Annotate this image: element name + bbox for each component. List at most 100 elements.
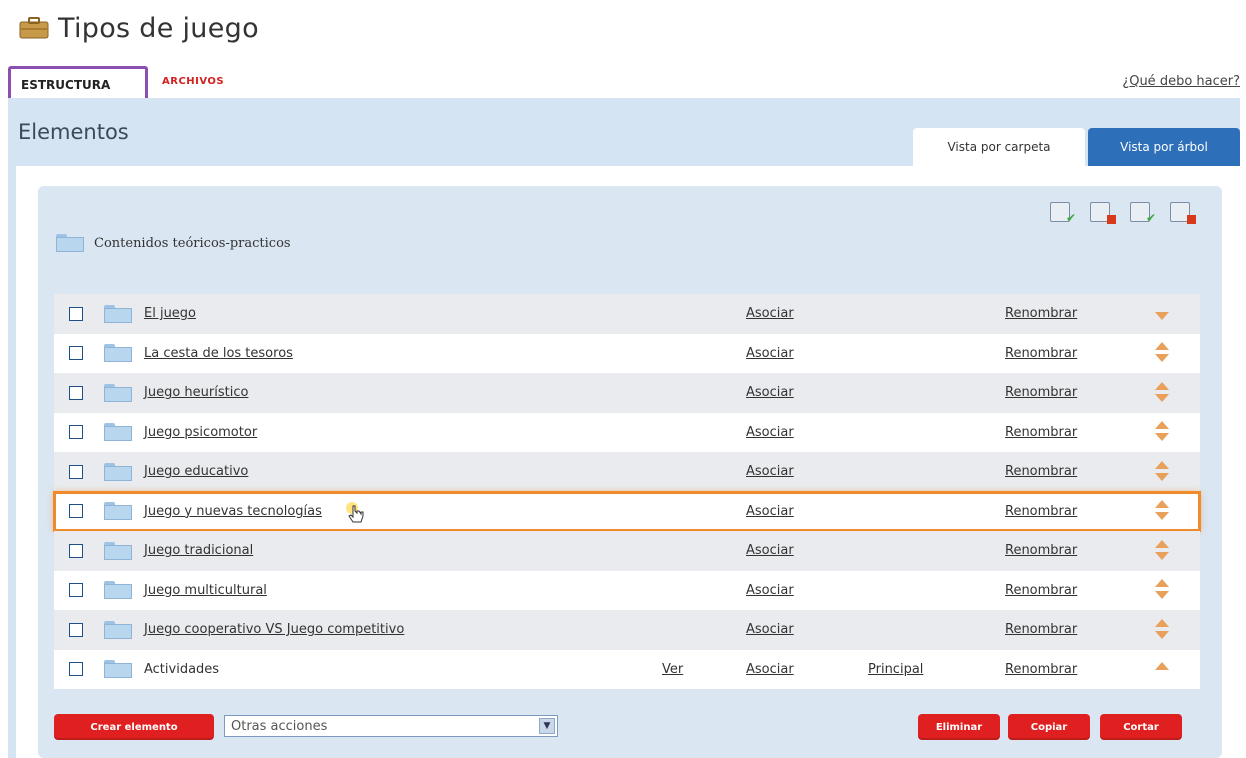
folder-icon bbox=[104, 423, 132, 442]
table-row: Actividades Ver Asociar Principal Renomb… bbox=[54, 649, 1200, 689]
asociar-link[interactable]: Asociar bbox=[746, 425, 794, 440]
page-title: Tipos de juego bbox=[58, 12, 259, 44]
root-folder-label: Contenidos teóricos-practicos bbox=[94, 235, 291, 251]
sort-arrows-icon[interactable] bbox=[1155, 460, 1171, 483]
renombrar-link[interactable]: Renombrar bbox=[1005, 543, 1077, 558]
asociar-link[interactable]: Asociar bbox=[746, 662, 794, 677]
cortar-button[interactable]: Cortar bbox=[1100, 714, 1182, 740]
section-title: Elementos bbox=[18, 120, 129, 144]
sort-arrows-icon[interactable] bbox=[1155, 342, 1171, 364]
content-area: ✔ ✔ Contenidos teóricos-practicos El jue… bbox=[16, 166, 1240, 758]
toolbar: ✔ ✔ bbox=[1050, 202, 1196, 224]
folder-icon bbox=[104, 541, 132, 560]
folder-name-link[interactable]: Juego cooperativo VS Juego competitivo bbox=[144, 622, 404, 637]
briefcase-icon bbox=[18, 17, 50, 39]
tab-vista-carpeta[interactable]: Vista por carpeta bbox=[913, 128, 1085, 166]
folder-name-link[interactable]: La cesta de los tesoros bbox=[144, 346, 293, 361]
root-folder[interactable]: Contenidos teóricos-practicos bbox=[56, 234, 291, 252]
tab-archivos[interactable]: ARCHIVOS bbox=[162, 76, 224, 87]
folder-icon bbox=[56, 234, 84, 252]
bottom-actions: Crear elemento Otras acciones ▼ Eliminar… bbox=[54, 714, 1200, 744]
move-down-icon[interactable] bbox=[1155, 307, 1171, 321]
table-row: La cesta de los tesoros Asociar Renombra… bbox=[54, 333, 1200, 373]
table-row: Juego tradicional Asociar Renombrar bbox=[54, 531, 1200, 571]
row-checkbox[interactable] bbox=[69, 583, 83, 598]
table-row: Juego psicomotor Asociar Renombrar bbox=[54, 412, 1200, 452]
folder-panel: ✔ ✔ Contenidos teóricos-practicos El jue… bbox=[38, 186, 1222, 758]
folder-icon bbox=[104, 304, 132, 323]
table-row: El juego Asociar Renombrar bbox=[54, 294, 1200, 334]
row-checkbox[interactable] bbox=[69, 543, 83, 558]
folder-name-link[interactable]: Juego heurístico bbox=[144, 385, 248, 400]
row-checkbox[interactable] bbox=[69, 504, 83, 519]
sort-arrows-icon[interactable] bbox=[1155, 500, 1171, 522]
row-checkbox[interactable] bbox=[69, 425, 83, 440]
renombrar-link[interactable]: Renombrar bbox=[1005, 464, 1077, 479]
table-row: Juego multicultural Asociar Renombrar bbox=[54, 570, 1200, 610]
table-row-highlighted: Juego y nuevas tecnologías Asociar Renom… bbox=[53, 490, 1201, 532]
tab-vista-arbol[interactable]: Vista por árbol bbox=[1088, 128, 1240, 166]
row-checkbox[interactable] bbox=[69, 662, 83, 677]
eliminar-button[interactable]: Eliminar bbox=[918, 714, 1000, 740]
sort-arrows-icon[interactable] bbox=[1155, 421, 1171, 443]
help-link[interactable]: ¿Qué debo hacer? bbox=[1122, 74, 1240, 89]
folder-name-link[interactable]: Juego educativo bbox=[144, 464, 248, 479]
asociar-link[interactable]: Asociar bbox=[746, 346, 794, 361]
asociar-link[interactable]: Asociar bbox=[746, 385, 794, 400]
copiar-button[interactable]: Copiar bbox=[1008, 714, 1090, 740]
renombrar-link[interactable]: Renombrar bbox=[1005, 622, 1077, 637]
asociar-link[interactable]: Asociar bbox=[746, 504, 794, 519]
folder-icon bbox=[104, 581, 132, 600]
add-item-icon[interactable]: ✔ bbox=[1130, 202, 1156, 224]
folder-name-link[interactable]: El juego bbox=[144, 306, 196, 321]
renombrar-link[interactable]: Renombrar bbox=[1005, 504, 1077, 519]
ver-link[interactable]: Ver bbox=[662, 662, 683, 677]
folder-icon bbox=[104, 502, 132, 521]
folder-name-link[interactable]: Juego tradicional bbox=[144, 543, 253, 558]
delete-item-icon[interactable] bbox=[1170, 202, 1196, 224]
folder-name[interactable]: Actividades bbox=[144, 662, 219, 677]
asociar-link[interactable]: Asociar bbox=[746, 543, 794, 558]
renombrar-link[interactable]: Renombrar bbox=[1005, 425, 1077, 440]
renombrar-link[interactable]: Renombrar bbox=[1005, 662, 1077, 677]
asociar-link[interactable]: Asociar bbox=[746, 622, 794, 637]
other-actions-value: Otras acciones bbox=[231, 718, 328, 734]
main-panel: Elementos Vista por carpeta Vista por ár… bbox=[8, 98, 1240, 758]
other-actions-select[interactable]: Otras acciones ▼ bbox=[224, 715, 558, 737]
chevron-down-icon[interactable]: ▼ bbox=[539, 718, 555, 734]
folder-list: El juego Asociar Renombrar La cesta de l… bbox=[53, 294, 1201, 689]
table-row: Juego cooperativo VS Juego competitivo A… bbox=[54, 610, 1200, 650]
folder-name-link[interactable]: Juego psicomotor bbox=[144, 425, 257, 440]
folder-icon bbox=[104, 462, 132, 481]
create-element-button[interactable]: Crear elemento bbox=[54, 714, 214, 740]
delete-document-icon[interactable] bbox=[1090, 202, 1116, 224]
renombrar-link[interactable]: Renombrar bbox=[1005, 583, 1077, 598]
principal-link[interactable]: Principal bbox=[868, 662, 923, 677]
sort-arrows-icon[interactable] bbox=[1155, 618, 1171, 641]
renombrar-link[interactable]: Renombrar bbox=[1005, 385, 1077, 400]
row-checkbox[interactable] bbox=[69, 622, 83, 637]
sort-arrows-icon[interactable] bbox=[1155, 539, 1171, 562]
row-checkbox[interactable] bbox=[69, 464, 83, 479]
asociar-link[interactable]: Asociar bbox=[746, 306, 794, 321]
add-document-icon[interactable]: ✔ bbox=[1050, 202, 1076, 224]
folder-icon bbox=[104, 344, 132, 363]
table-row: Juego educativo Asociar Renombrar bbox=[54, 452, 1200, 492]
row-checkbox[interactable] bbox=[69, 346, 83, 361]
row-checkbox[interactable] bbox=[69, 306, 83, 321]
asociar-link[interactable]: Asociar bbox=[746, 464, 794, 479]
folder-icon bbox=[104, 620, 132, 639]
renombrar-link[interactable]: Renombrar bbox=[1005, 306, 1077, 321]
sort-arrows-icon[interactable] bbox=[1155, 381, 1171, 404]
move-up-icon[interactable] bbox=[1155, 662, 1171, 676]
folder-name-link[interactable]: Juego multicultural bbox=[144, 583, 267, 598]
folder-icon bbox=[104, 383, 132, 402]
page-header: Tipos de juego bbox=[18, 10, 259, 46]
row-checkbox[interactable] bbox=[69, 385, 83, 400]
table-row: Juego heurístico Asociar Renombrar bbox=[54, 373, 1200, 413]
asociar-link[interactable]: Asociar bbox=[746, 583, 794, 598]
sort-arrows-icon[interactable] bbox=[1155, 579, 1171, 601]
renombrar-link[interactable]: Renombrar bbox=[1005, 346, 1077, 361]
folder-name-link[interactable]: Juego y nuevas tecnologías bbox=[144, 504, 322, 519]
folder-icon bbox=[104, 660, 132, 679]
